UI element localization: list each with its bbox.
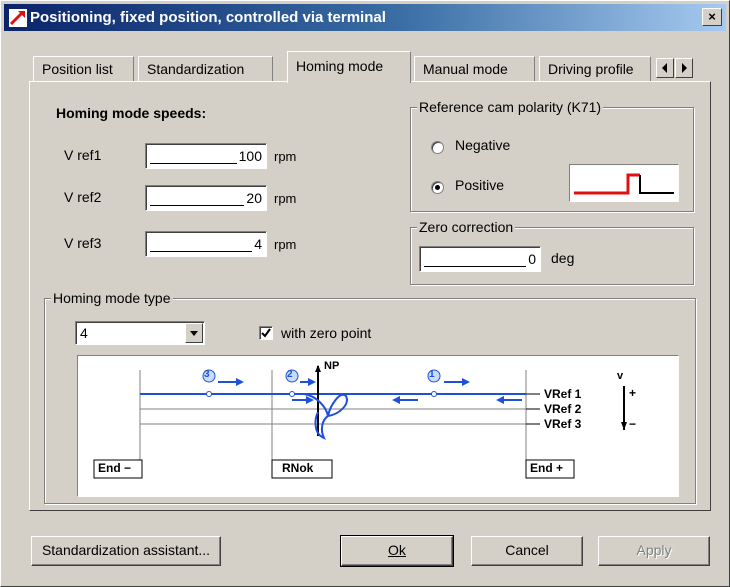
with-zero-point-checkbox[interactable]: [259, 326, 273, 340]
cam-polarity-group: Reference cam polarity (K71) Negative Po…: [410, 99, 694, 212]
with-zero-point-label[interactable]: with zero point: [281, 325, 371, 341]
tab-manual-mode[interactable]: Manual mode: [414, 56, 535, 82]
tab-label: Homing mode: [296, 58, 384, 74]
close-icon: ×: [708, 9, 716, 24]
tab-standardization[interactable]: Standardization: [138, 56, 273, 82]
standardization-assistant-button[interactable]: Standardization assistant...: [31, 536, 221, 566]
radio-positive[interactable]: [431, 181, 444, 194]
vref3-input[interactable]: 4: [145, 231, 267, 257]
button-label: Standardization assistant...: [41, 542, 211, 558]
tab-scroll-right-button[interactable]: [675, 58, 693, 78]
vref2-input[interactable]: 20: [145, 185, 267, 211]
homing-mode-panel: Homing mode speeds: V ref1 100 rpm V ref…: [29, 81, 711, 511]
tab-label: Position list: [42, 61, 113, 77]
zero-correction-group: Zero correction 0 deg: [410, 219, 694, 285]
zero-correction-title: Zero correction: [417, 219, 516, 235]
button-label: Ok: [388, 542, 406, 558]
checkmark-icon: [261, 328, 271, 338]
apply-button: Apply: [598, 536, 710, 566]
arrow-right-icon: [682, 63, 687, 73]
dropdown-button[interactable]: [185, 323, 203, 343]
tab-homing-mode[interactable]: Homing mode: [287, 51, 411, 83]
vref1-label: V ref1: [64, 147, 102, 163]
vref1-unit: rpm: [274, 149, 297, 164]
vref1-input[interactable]: 100: [145, 143, 267, 169]
positive-label[interactable]: Positive: [455, 177, 504, 193]
tab-driving-profile[interactable]: Driving profile: [539, 56, 651, 82]
end-plus-label: End +: [530, 461, 564, 475]
cam-signal-preview: [569, 164, 679, 202]
homing-diagram-graphic: [93, 365, 627, 479]
plus-sign: +: [629, 386, 637, 400]
vref3-line-label: VRef 3: [544, 417, 582, 431]
step-2-number: 2: [287, 369, 293, 380]
vref2-label: V ref2: [64, 189, 102, 205]
tab-label: Manual mode: [423, 61, 508, 77]
tab-scroll-left-button[interactable]: [656, 58, 674, 78]
tab-label: Standardization: [147, 61, 245, 77]
button-label: Apply: [636, 542, 672, 558]
cam-polarity-title: Reference cam polarity (K71): [417, 99, 604, 115]
tab-position-list[interactable]: Position list: [33, 56, 134, 82]
arrow-left-icon: [662, 63, 667, 73]
step-1-number: 1: [429, 369, 435, 380]
vref3-label: V ref3: [64, 235, 102, 251]
speeds-heading: Homing mode speeds:: [56, 105, 207, 121]
homing-type-group: Homing mode type 4 with zero point 3 2 1…: [44, 290, 696, 504]
minus-sign: −: [629, 417, 637, 431]
ok-button[interactable]: Ok: [340, 535, 454, 567]
np-label: NP: [324, 360, 340, 372]
cam-signal-icon: [574, 173, 674, 195]
homing-type-title: Homing mode type: [51, 290, 173, 306]
vref2-line-label: VRef 2: [544, 402, 582, 416]
homing-diagram: 3 2 1 NP VRef 1 VRef 2 VRef 3 v + − End …: [77, 355, 679, 497]
radio-negative[interactable]: [431, 141, 444, 154]
vref2-unit: rpm: [274, 191, 297, 206]
chevron-down-icon: [190, 331, 198, 336]
close-button[interactable]: ×: [702, 8, 722, 26]
negative-label[interactable]: Negative: [455, 137, 510, 153]
vref3-unit: rpm: [274, 237, 297, 252]
title-bar[interactable]: Positioning, fixed position, controlled …: [4, 4, 726, 31]
zero-correction-input[interactable]: 0: [419, 246, 541, 272]
app-icon: [9, 9, 27, 27]
vref1-line-label: VRef 1: [544, 387, 582, 401]
homing-type-select[interactable]: 4: [75, 321, 205, 345]
step-3-number: 3: [204, 369, 210, 380]
cancel-button[interactable]: Cancel: [471, 536, 583, 566]
tab-label: Driving profile: [548, 61, 634, 77]
window-title: Positioning, fixed position, controlled …: [30, 9, 386, 26]
rnok-label: RNok: [282, 461, 314, 475]
end-minus-label: End −: [98, 461, 132, 475]
dialog-window: Positioning, fixed position, controlled …: [0, 0, 730, 587]
homing-type-value: 4: [80, 325, 88, 341]
button-label: Cancel: [505, 542, 549, 558]
zero-correction-unit: deg: [551, 250, 575, 266]
v-axis-label: v: [617, 370, 624, 382]
